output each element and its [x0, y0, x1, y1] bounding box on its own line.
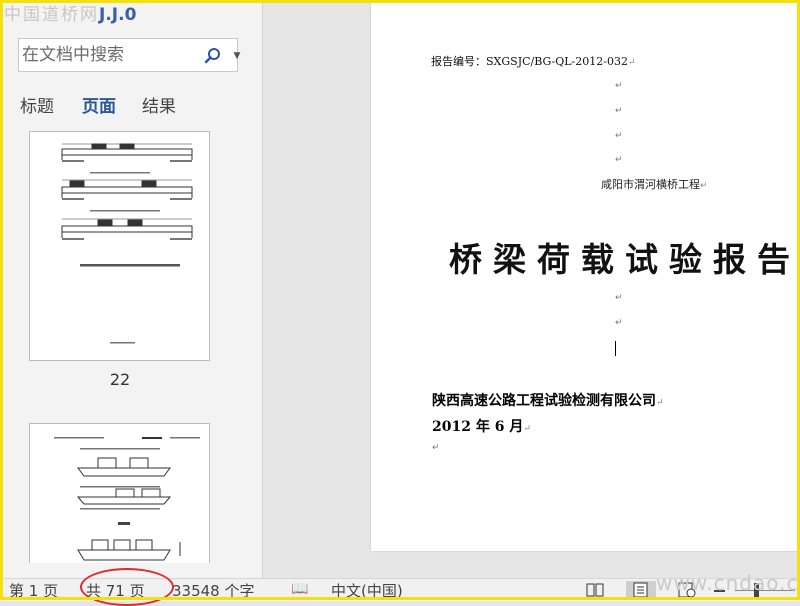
paragraph-mark: ↵ — [432, 443, 440, 453]
paragraph-mark: ↵ — [615, 106, 623, 116]
page-thumbnail[interactable] — [29, 423, 210, 563]
watermark-logo-fragment: J.J.0 — [99, 5, 137, 25]
document-page[interactable]: 报告编号：SXGSJC/BG-QL-2012-032↵ ↵ ↵ ↵ ↵ 咸阳市渭… — [371, 3, 800, 551]
report-date-text: 2012 年 6 月 — [432, 419, 524, 435]
tab-headings[interactable]: 标题 — [20, 92, 54, 117]
project-subtitle-text: 咸阳市渭河横桥工程 — [601, 178, 700, 191]
tab-results[interactable]: 结果 — [142, 92, 176, 117]
company-name: 陕西高速公路工程试验检测有限公司↵ — [432, 390, 664, 410]
print-layout-icon[interactable] — [626, 581, 656, 599]
chevron-down-icon[interactable]: ▼ — [229, 47, 245, 65]
page-thumbnail[interactable] — [29, 131, 210, 361]
text-cursor — [615, 341, 616, 356]
site-watermark: www.cndao.com — [656, 571, 800, 595]
watermark: 中国道桥网J.J.0 — [4, 0, 136, 25]
search-box[interactable]: ▼ — [18, 38, 240, 72]
paragraph-mark: ↵ — [615, 131, 623, 141]
paragraph-mark: ↵ — [627, 58, 636, 68]
thumbnail-page-number: 22 — [109, 370, 131, 389]
report-date: 2012 年 6 月↵ — [432, 416, 531, 436]
search-icon[interactable] — [203, 46, 223, 66]
thumbnail-diagram — [61, 143, 193, 344]
read-mode-icon[interactable] — [584, 581, 606, 599]
total-pages: 共 71 页 — [86, 582, 145, 600]
company-name-text: 陕西高速公路工程试验检测有限公司 — [432, 393, 656, 409]
language-indicator[interactable]: 中文(中国) — [331, 580, 403, 601]
paragraph-mark: ↵ — [615, 81, 623, 91]
paragraph-mark: ↵ — [700, 181, 708, 191]
search-input[interactable] — [22, 43, 192, 67]
report-number-text: 报告编号：SXGSJC/BG-QL-2012-032 — [431, 55, 628, 68]
report-number: 报告编号：SXGSJC/BG-QL-2012-032↵ — [431, 53, 636, 69]
report-title: 桥梁荷载试验报告 — [449, 240, 800, 279]
paragraph-mark: ↵ — [523, 424, 531, 434]
status-bar: 第 1 页 共 71 页 33548 个字 📖 中文(中国) www.cndao… — [0, 571, 800, 601]
paragraph-mark: ↵ — [615, 155, 623, 165]
paragraph-mark: ↵ — [615, 293, 623, 303]
thumbnail-diagram — [54, 437, 200, 561]
paragraph-mark: ↵ — [615, 318, 623, 328]
word-count[interactable]: 33548 个字 — [172, 580, 255, 601]
page-indicator[interactable]: 第 1 页 — [9, 580, 58, 601]
navigation-pane: 中国道桥网J.J.0 ▼ 标题 页面 结果 — [0, 0, 263, 578]
proofing-icon[interactable]: 📖 — [291, 581, 308, 597]
tab-pages[interactable]: 页面 — [82, 92, 116, 117]
watermark-text: 中国道桥网 — [4, 5, 99, 25]
project-subtitle: 咸阳市渭河横桥工程↵ — [601, 176, 708, 192]
paragraph-mark: ↵ — [656, 398, 664, 408]
